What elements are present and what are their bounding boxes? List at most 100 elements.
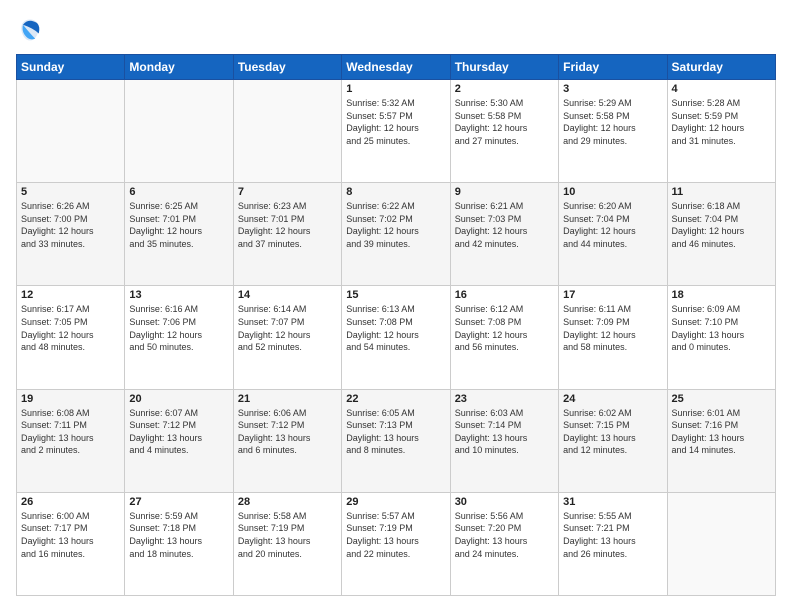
week-row-5: 26 Sunrise: 6:00 AM Sunset: 7:17 PM Dayli… — [17, 492, 776, 595]
calendar-cell: 27 Sunrise: 5:59 AM Sunset: 7:18 PM Dayli… — [125, 492, 233, 595]
calendar-cell — [17, 80, 125, 183]
day-number: 29 — [346, 496, 445, 508]
day-info: Sunrise: 6:02 AM Sunset: 7:15 PM Dayligh… — [563, 407, 662, 457]
calendar-cell: 18Sunrise: 6:09 AM Sunset: 7:10 PM Dayli… — [667, 286, 775, 389]
day-number: 11 — [672, 186, 771, 198]
calendar-cell: 8 Sunrise: 6:22 AM Sunset: 7:02 PM Daylig… — [342, 183, 450, 286]
logo — [16, 16, 48, 44]
calendar-cell: 20 Sunrise: 6:07 AM Sunset: 7:12 PM Dayli… — [125, 389, 233, 492]
day-number: 13 — [129, 289, 228, 301]
day-number: 26 — [21, 496, 120, 508]
calendar-cell: 3 Sunrise: 5:29 AM Sunset: 5:58 PM Daylig… — [559, 80, 667, 183]
day-info: Sunrise: 6:11 AM Sunset: 7:09 PM Dayligh… — [563, 303, 662, 353]
column-header-wednesday: Wednesday — [342, 55, 450, 80]
day-info: Sunrise: 6:21 AM Sunset: 7:03 PM Dayligh… — [455, 200, 554, 250]
calendar-cell — [125, 80, 233, 183]
day-number: 3 — [563, 83, 662, 95]
calendar-cell: 5 Sunrise: 6:26 AM Sunset: 7:00 PM Daylig… — [17, 183, 125, 286]
day-number: 27 — [129, 496, 228, 508]
day-number: 21 — [238, 393, 337, 405]
day-info: Sunrise: 5:29 AM Sunset: 5:58 PM Dayligh… — [563, 97, 662, 147]
day-info: Sunrise: 5:59 AM Sunset: 7:18 PM Dayligh… — [129, 510, 228, 560]
day-number: 10 — [563, 186, 662, 198]
column-header-thursday: Thursday — [450, 55, 558, 80]
day-info: Sunrise: 6:07 AM Sunset: 7:12 PM Dayligh… — [129, 407, 228, 457]
calendar-cell: 17 Sunrise: 6:11 AM Sunset: 7:09 PM Dayli… — [559, 286, 667, 389]
day-info: Sunrise: 6:14 AM Sunset: 7:07 PM Dayligh… — [238, 303, 337, 353]
week-row-2: 5 Sunrise: 6:26 AM Sunset: 7:00 PM Daylig… — [17, 183, 776, 286]
calendar-cell: 11Sunrise: 6:18 AM Sunset: 7:04 PM Dayli… — [667, 183, 775, 286]
day-number: 14 — [238, 289, 337, 301]
day-info: Sunrise: 6:06 AM Sunset: 7:12 PM Dayligh… — [238, 407, 337, 457]
day-info: Sunrise: 6:08 AM Sunset: 7:11 PM Dayligh… — [21, 407, 120, 457]
calendar-cell: 23Sunrise: 6:03 AM Sunset: 7:14 PM Dayli… — [450, 389, 558, 492]
day-number: 4 — [672, 83, 771, 95]
calendar-cell: 15 Sunrise: 6:13 AM Sunset: 7:08 PM Dayli… — [342, 286, 450, 389]
calendar-cell: 30Sunrise: 5:56 AM Sunset: 7:20 PM Dayli… — [450, 492, 558, 595]
day-number: 16 — [455, 289, 554, 301]
day-info: Sunrise: 6:26 AM Sunset: 7:00 PM Dayligh… — [21, 200, 120, 250]
calendar-cell: 25 Sunrise: 6:01 AM Sunset: 7:16 PM Dayli… — [667, 389, 775, 492]
column-header-monday: Monday — [125, 55, 233, 80]
day-number: 12 — [21, 289, 120, 301]
day-info: Sunrise: 6:13 AM Sunset: 7:08 PM Dayligh… — [346, 303, 445, 353]
week-row-1: 1 Sunrise: 5:32 AM Sunset: 5:57 PM Daylig… — [17, 80, 776, 183]
column-header-tuesday: Tuesday — [233, 55, 341, 80]
day-number: 15 — [346, 289, 445, 301]
day-info: Sunrise: 6:01 AM Sunset: 7:16 PM Dayligh… — [672, 407, 771, 457]
day-number: 2 — [455, 83, 554, 95]
day-number: 7 — [238, 186, 337, 198]
day-number: 1 — [346, 83, 445, 95]
calendar-cell: 1 Sunrise: 5:32 AM Sunset: 5:57 PM Daylig… — [342, 80, 450, 183]
calendar-cell: 10 Sunrise: 6:20 AM Sunset: 7:04 PM Dayli… — [559, 183, 667, 286]
column-header-saturday: Saturday — [667, 55, 775, 80]
day-info: Sunrise: 6:03 AM Sunset: 7:14 PM Dayligh… — [455, 407, 554, 457]
page: SundayMondayTuesdayWednesdayThursdayFrid… — [0, 0, 792, 612]
day-info: Sunrise: 6:17 AM Sunset: 7:05 PM Dayligh… — [21, 303, 120, 353]
calendar-cell: 31Sunrise: 5:55 AM Sunset: 7:21 PM Dayli… — [559, 492, 667, 595]
logo-icon — [16, 16, 44, 44]
day-number: 17 — [563, 289, 662, 301]
day-number: 22 — [346, 393, 445, 405]
day-info: Sunrise: 5:57 AM Sunset: 7:19 PM Dayligh… — [346, 510, 445, 560]
day-info: Sunrise: 5:30 AM Sunset: 5:58 PM Dayligh… — [455, 97, 554, 147]
day-number: 25 — [672, 393, 771, 405]
day-info: Sunrise: 6:00 AM Sunset: 7:17 PM Dayligh… — [21, 510, 120, 560]
header — [16, 16, 776, 44]
calendar-cell: 13 Sunrise: 6:16 AM Sunset: 7:06 PM Dayli… — [125, 286, 233, 389]
calendar-cell — [667, 492, 775, 595]
calendar-cell: 6 Sunrise: 6:25 AM Sunset: 7:01 PM Daylig… — [125, 183, 233, 286]
day-number: 8 — [346, 186, 445, 198]
calendar-cell: 22Sunrise: 6:05 AM Sunset: 7:13 PM Dayli… — [342, 389, 450, 492]
calendar-cell: 26 Sunrise: 6:00 AM Sunset: 7:17 PM Dayli… — [17, 492, 125, 595]
day-info: Sunrise: 6:09 AM Sunset: 7:10 PM Dayligh… — [672, 303, 771, 353]
calendar-cell: 4 Sunrise: 5:28 AM Sunset: 5:59 PM Daylig… — [667, 80, 775, 183]
day-info: Sunrise: 6:20 AM Sunset: 7:04 PM Dayligh… — [563, 200, 662, 250]
week-row-4: 19Sunrise: 6:08 AM Sunset: 7:11 PM Dayli… — [17, 389, 776, 492]
day-number: 9 — [455, 186, 554, 198]
day-info: Sunrise: 5:28 AM Sunset: 5:59 PM Dayligh… — [672, 97, 771, 147]
day-info: Sunrise: 5:32 AM Sunset: 5:57 PM Dayligh… — [346, 97, 445, 147]
calendar-header-row: SundayMondayTuesdayWednesdayThursdayFrid… — [17, 55, 776, 80]
column-header-sunday: Sunday — [17, 55, 125, 80]
day-info: Sunrise: 6:22 AM Sunset: 7:02 PM Dayligh… — [346, 200, 445, 250]
calendar-table: SundayMondayTuesdayWednesdayThursdayFrid… — [16, 54, 776, 596]
calendar-cell: 14 Sunrise: 6:14 AM Sunset: 7:07 PM Dayli… — [233, 286, 341, 389]
day-info: Sunrise: 5:56 AM Sunset: 7:20 PM Dayligh… — [455, 510, 554, 560]
day-info: Sunrise: 6:12 AM Sunset: 7:08 PM Dayligh… — [455, 303, 554, 353]
day-info: Sunrise: 6:25 AM Sunset: 7:01 PM Dayligh… — [129, 200, 228, 250]
day-number: 20 — [129, 393, 228, 405]
calendar-cell: 29 Sunrise: 5:57 AM Sunset: 7:19 PM Dayli… — [342, 492, 450, 595]
day-number: 6 — [129, 186, 228, 198]
day-number: 28 — [238, 496, 337, 508]
day-number: 5 — [21, 186, 120, 198]
week-row-3: 12 Sunrise: 6:17 AM Sunset: 7:05 PM Dayli… — [17, 286, 776, 389]
calendar-cell: 21 Sunrise: 6:06 AM Sunset: 7:12 PM Dayli… — [233, 389, 341, 492]
calendar-cell: 24 Sunrise: 6:02 AM Sunset: 7:15 PM Dayli… — [559, 389, 667, 492]
calendar-cell: 16 Sunrise: 6:12 AM Sunset: 7:08 PM Dayli… — [450, 286, 558, 389]
day-info: Sunrise: 6:16 AM Sunset: 7:06 PM Dayligh… — [129, 303, 228, 353]
day-number: 24 — [563, 393, 662, 405]
day-info: Sunrise: 6:23 AM Sunset: 7:01 PM Dayligh… — [238, 200, 337, 250]
calendar-cell: 2 Sunrise: 5:30 AM Sunset: 5:58 PM Daylig… — [450, 80, 558, 183]
calendar-cell: 7 Sunrise: 6:23 AM Sunset: 7:01 PM Daylig… — [233, 183, 341, 286]
